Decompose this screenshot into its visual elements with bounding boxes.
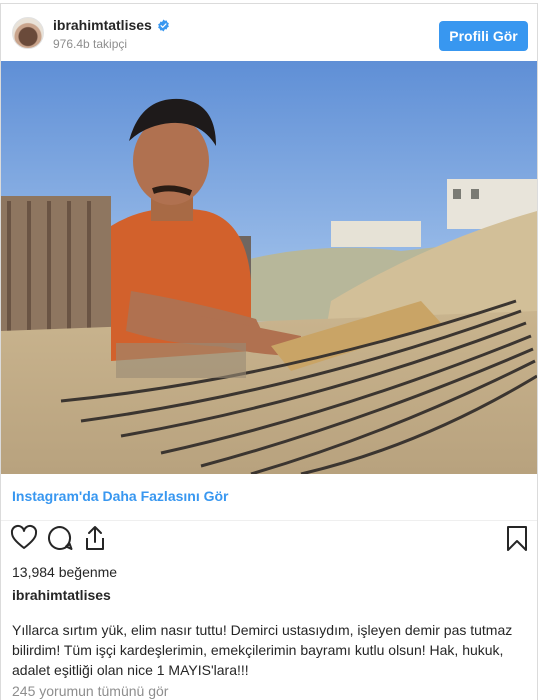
- house-mid: [331, 221, 421, 247]
- post-video[interactable]: [1, 61, 537, 474]
- follower-count: 976.4b takipçi: [53, 37, 128, 51]
- instagram-embed-card: ibrahimtatlises 976.4b takipçi Profili G…: [0, 3, 538, 700]
- share-icon[interactable]: [81, 524, 109, 552]
- caption-author[interactable]: ibrahimtatlises: [12, 587, 111, 603]
- worker-face: [133, 117, 209, 205]
- view-all-comments-link[interactable]: 245 yorumun tümünü gör: [12, 683, 168, 699]
- media-footer: Instagram'da Daha Fazlasını Gör: [1, 475, 537, 521]
- username-row: ibrahimtatlises: [53, 17, 170, 33]
- post-caption: Yıllarca sırtım yük, elim nasır tuttu! D…: [12, 622, 513, 678]
- action-bar: [1, 524, 537, 560]
- comment-bubble-icon[interactable]: [46, 524, 74, 552]
- heart-icon[interactable]: [10, 524, 38, 552]
- avatar[interactable]: [12, 17, 44, 49]
- username[interactable]: ibrahimtatlises: [53, 17, 152, 33]
- fence: [1, 196, 111, 346]
- more-on-instagram-link[interactable]: Instagram'da Daha Fazlasını Gör: [12, 488, 229, 504]
- like-count[interactable]: 13,984 beğenme: [12, 564, 117, 580]
- view-profile-button[interactable]: Profili Gör: [439, 21, 528, 51]
- bookmark-icon[interactable]: [503, 524, 531, 552]
- verified-badge-icon: [157, 19, 169, 31]
- post-header: ibrahimtatlises 976.4b takipçi Profili G…: [1, 4, 537, 60]
